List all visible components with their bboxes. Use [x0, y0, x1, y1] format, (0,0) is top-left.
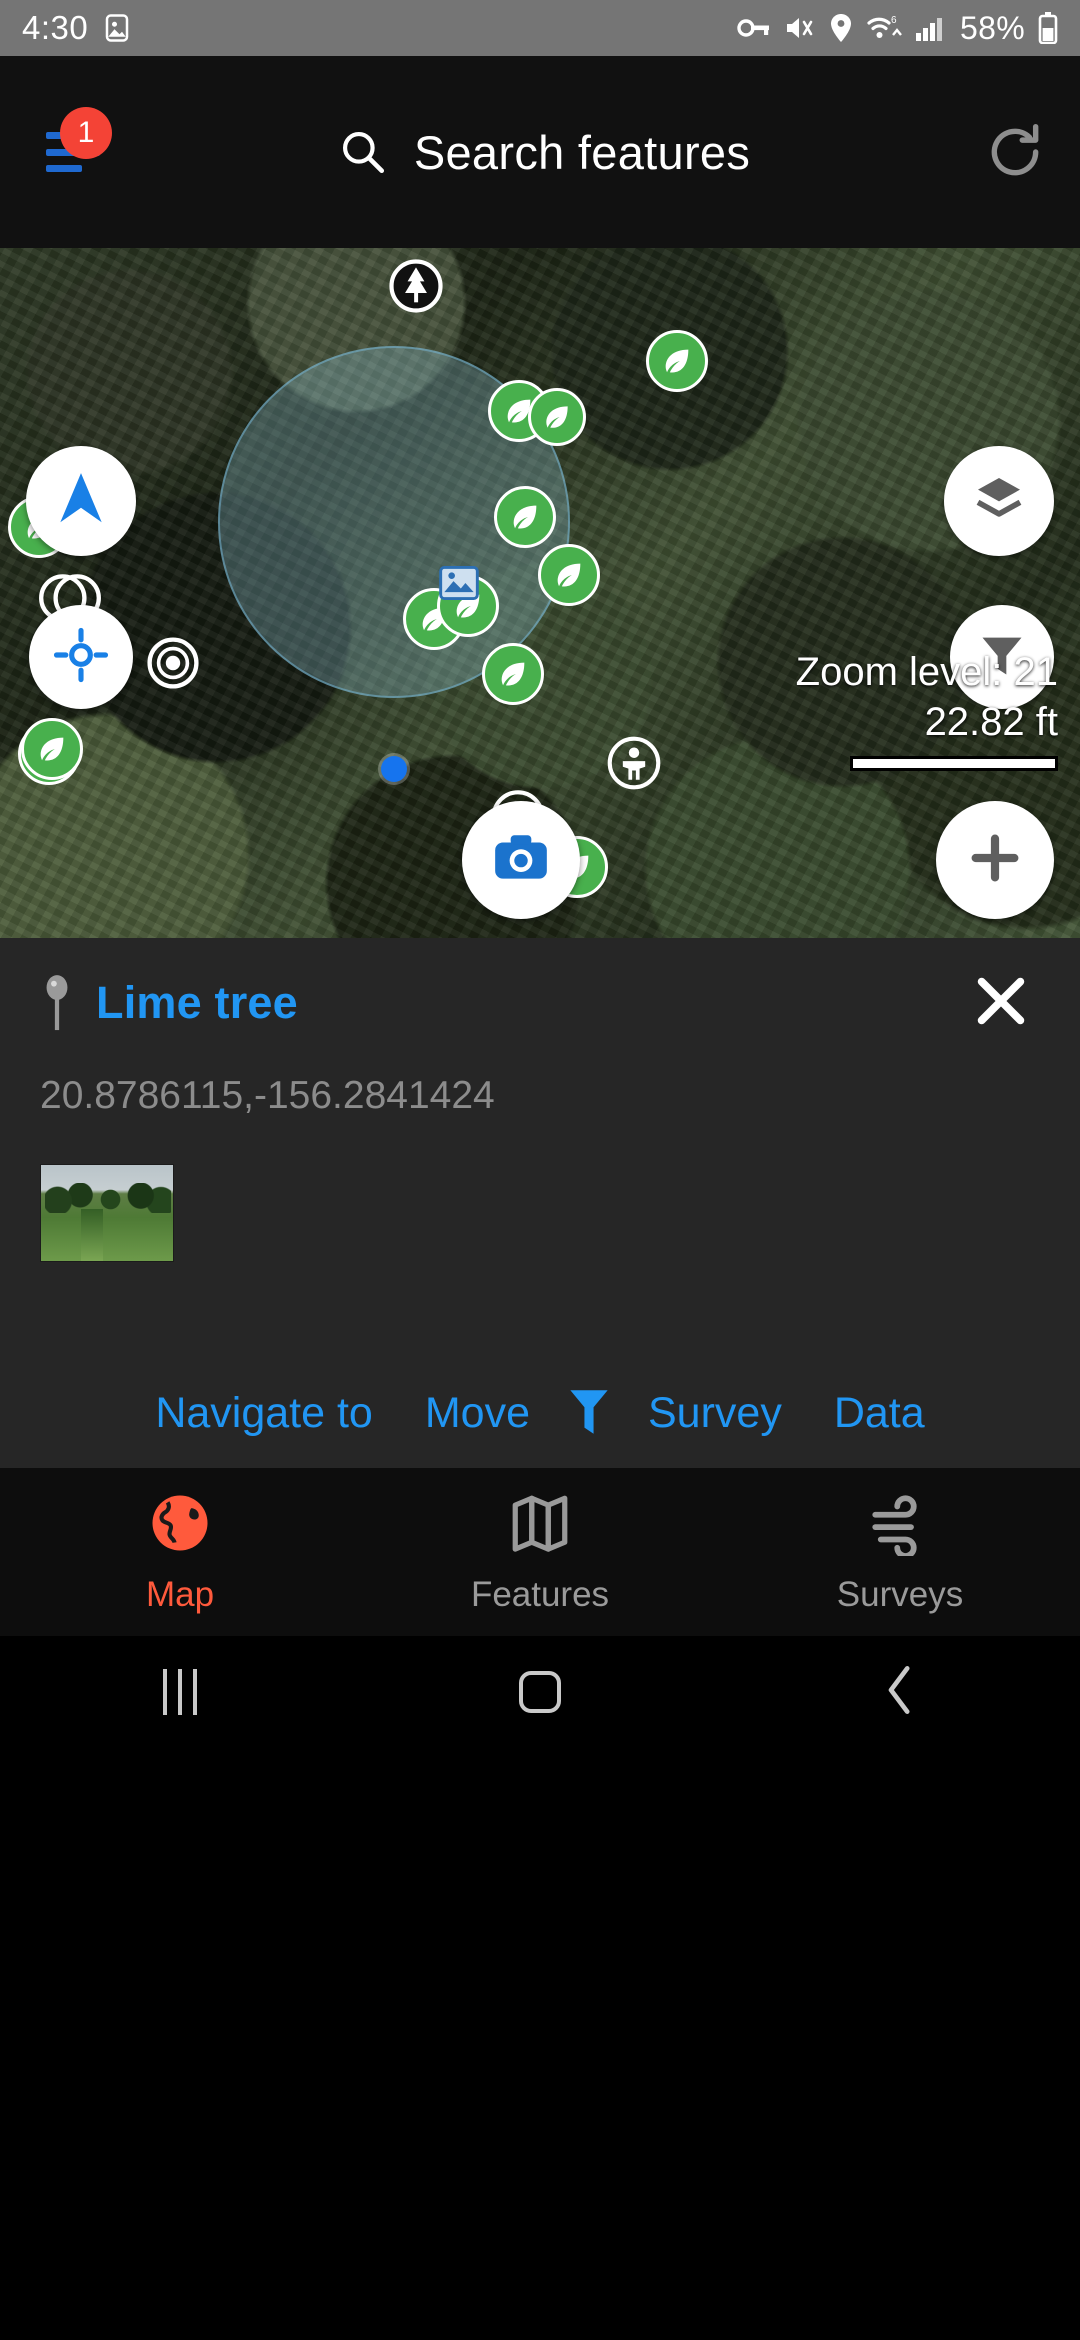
map-marker-plant[interactable] [482, 643, 544, 705]
menu-button[interactable]: 1 [8, 97, 138, 207]
recents-icon [163, 1669, 197, 1715]
globe-icon [147, 1490, 213, 1561]
map-marker-plant[interactable] [646, 330, 708, 392]
menu-badge: 1 [60, 107, 112, 159]
map-fold-icon [507, 1490, 573, 1561]
map-marker-tree[interactable] [388, 258, 444, 314]
navigation-arrow-icon [50, 468, 112, 535]
feature-info-header: Lime tree [0, 938, 1080, 1068]
my-location-dot [381, 756, 407, 782]
wind-icon [867, 1490, 933, 1561]
camera-icon [490, 827, 552, 894]
tab-features[interactable]: Features [360, 1468, 720, 1636]
filter-button[interactable] [556, 1382, 622, 1445]
close-panel-button[interactable] [966, 968, 1036, 1038]
mute-icon [784, 14, 816, 42]
back-button[interactable] [720, 1636, 1080, 1748]
search-placeholder: Search features [413, 125, 751, 179]
data-button[interactable]: Data [808, 1389, 951, 1438]
battery-icon [1038, 12, 1058, 45]
status-bar-left: 4:30 [22, 9, 132, 47]
map-scale-readout: Zoom level: 21 22.82 ft [796, 648, 1058, 771]
signal-icon [915, 14, 947, 42]
tab-map-label: Map [145, 1574, 215, 1614]
zoom-level-label: Zoom level: 21 [795, 650, 1058, 694]
recenter-button[interactable] [29, 605, 133, 709]
feature-title: Lime tree [96, 977, 298, 1028]
back-chevron-icon [878, 1663, 922, 1722]
map-pin-icon [40, 974, 74, 1032]
map-marker-target[interactable] [146, 636, 200, 690]
map-marker-plant[interactable] [494, 486, 556, 548]
scale-bar [850, 756, 1058, 771]
map-marker-plant[interactable] [538, 544, 600, 606]
search-icon [338, 127, 388, 177]
status-bar: 4:30 6 58% [0, 0, 1080, 56]
tab-surveys-label: Surveys [836, 1574, 964, 1614]
tab-surveys[interactable]: Surveys [720, 1468, 1080, 1636]
plus-icon [966, 829, 1024, 892]
android-system-nav [0, 1636, 1080, 1748]
add-feature-button[interactable] [936, 801, 1054, 919]
map-marker-plant[interactable] [528, 388, 586, 446]
layers-icon [971, 471, 1027, 532]
search-bar[interactable]: Search features [138, 125, 950, 180]
capture-photo-button[interactable] [462, 801, 580, 919]
home-icon [519, 1671, 561, 1713]
wifi-icon: 6 [866, 13, 902, 43]
close-icon [970, 970, 1032, 1037]
navigate-mode-button[interactable] [26, 446, 136, 556]
status-time: 4:30 [22, 9, 89, 46]
tab-features-label: Features [470, 1574, 610, 1614]
app-bar: 1 Search features [0, 56, 1080, 248]
image-icon [102, 13, 132, 43]
status-battery-percent: 58% [960, 9, 1025, 46]
map-marker-plant[interactable] [21, 718, 83, 780]
survey-button[interactable]: Survey [622, 1389, 808, 1438]
tab-map[interactable]: Map [0, 1468, 360, 1636]
home-button[interactable] [360, 1636, 720, 1748]
refresh-icon [984, 121, 1046, 183]
feature-action-row: Navigate to Move Survey Data [0, 1358, 1080, 1468]
refresh-button[interactable] [950, 121, 1080, 183]
filter-funnel-icon [564, 1382, 614, 1445]
bottom-navigation: Map Features Surveys [0, 1468, 1080, 1636]
map-layers-button[interactable] [944, 446, 1054, 556]
recents-button[interactable] [0, 1636, 360, 1748]
map-marker-photo[interactable] [437, 561, 481, 605]
feature-coordinates: 20.8786115,-156.2841424 [40, 1074, 495, 1117]
feature-thumbnail[interactable] [40, 1164, 174, 1262]
phone-screen: 4:30 6 58% 1 Search features Zoom level:… [0, 0, 1080, 2340]
scale-distance-label: 22.82 ft [924, 700, 1058, 744]
navigate-to-button[interactable]: Navigate to [129, 1389, 399, 1438]
map-view[interactable]: Zoom level: 21 22.82 ft [0, 248, 1080, 938]
vpn-key-icon [737, 15, 771, 41]
move-button[interactable]: Move [399, 1389, 556, 1438]
feature-info-panel: Lime tree 20.8786115,-156.2841424 [0, 938, 1080, 1358]
status-bar-right: 6 58% [737, 10, 1058, 47]
crosshair-icon [53, 627, 109, 688]
svg-text:6: 6 [891, 15, 897, 26]
map-marker-person[interactable] [606, 735, 662, 791]
location-icon [829, 13, 853, 43]
